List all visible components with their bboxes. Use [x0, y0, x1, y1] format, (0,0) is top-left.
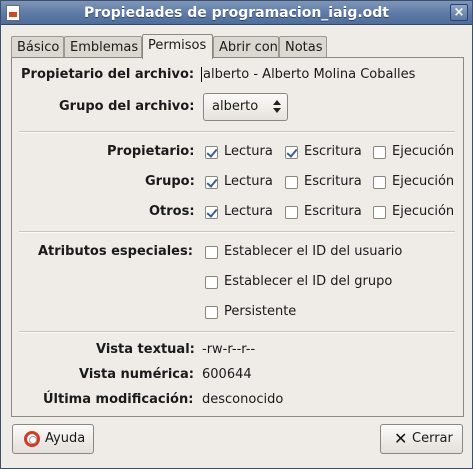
perm-owner-write-checkbox[interactable]: [285, 146, 298, 159]
numeric-view-value: 600644: [202, 367, 252, 382]
window-title: Propiedades de programacion_iaig.odt: [83, 5, 390, 21]
setuid-checkbox[interactable]: [205, 246, 218, 259]
perm-owner-write-label: Escritura: [304, 144, 362, 159]
group-combo[interactable]: alberto: [203, 93, 288, 121]
owner-label: Propietario del archivo:: [21, 67, 195, 82]
group-file-label: Grupo del archivo:: [59, 99, 195, 114]
last-modified-value: desconocido: [202, 392, 284, 407]
updown-arrows-icon: [273, 99, 282, 115]
numeric-view-label: Vista numérica:: [79, 367, 194, 382]
close-button[interactable]: ✕ Cerrar: [380, 424, 463, 454]
perm-owner-label: Propietario:: [107, 144, 195, 159]
properties-dialog: Propiedades de programacion_iaig.odt × B…: [0, 0, 473, 469]
separator: [19, 331, 455, 333]
perm-group-label: Grupo:: [145, 174, 195, 189]
perm-group-write-label: Escritura: [304, 174, 362, 189]
perm-others-write-label: Escritura: [304, 204, 362, 219]
perm-others-exec-checkbox[interactable]: [373, 206, 386, 219]
lifebuoy-icon: [24, 431, 40, 447]
sticky-label: Persistente: [224, 304, 297, 319]
group-combo-value: alberto: [212, 99, 259, 114]
perm-others-exec-label: Ejecución: [392, 204, 455, 219]
tab-notas[interactable]: Notas: [279, 36, 327, 58]
perm-others-label: Otros:: [149, 204, 195, 219]
perm-group-read-label: Lectura: [224, 174, 273, 189]
perm-group-exec-checkbox[interactable]: [373, 176, 386, 189]
perm-others-read-checkbox[interactable]: [205, 206, 218, 219]
setuid-label: Establecer el ID del usuario: [224, 244, 403, 259]
perm-others-write-checkbox[interactable]: [285, 206, 298, 219]
tab-abrir-con[interactable]: Abrir con: [213, 36, 279, 58]
text-view-value: -rw-r--r--: [202, 342, 256, 357]
help-button-label: Ayuda: [45, 431, 86, 446]
setgid-label: Establecer el ID del grupo: [224, 274, 393, 289]
setgid-checkbox[interactable]: [205, 276, 218, 289]
tab-basico[interactable]: Básico: [11, 36, 64, 58]
tab-permisos[interactable]: Permisos: [142, 34, 213, 59]
title-bar[interactable]: Propiedades de programacion_iaig.odt ×: [1, 1, 472, 25]
perm-owner-exec-label: Ejecución: [392, 144, 455, 159]
perm-group-read-checkbox[interactable]: [205, 176, 218, 189]
separator: [19, 131, 455, 133]
close-button-label: Cerrar: [412, 431, 453, 446]
help-button[interactable]: Ayuda: [12, 424, 94, 454]
perm-others-read-label: Lectura: [224, 204, 273, 219]
tab-emblemas[interactable]: Emblemas: [64, 36, 142, 58]
x-icon: ✕: [394, 429, 408, 448]
perm-group-exec-label: Ejecución: [392, 174, 455, 189]
perm-owner-read-label: Lectura: [224, 144, 273, 159]
text-view-label: Vista textual:: [96, 342, 195, 357]
separator: [19, 231, 455, 233]
owner-value[interactable]: alberto - Alberto Molina Coballes: [201, 67, 415, 82]
special-attributes-label: Atributos especiales:: [38, 244, 193, 259]
sticky-checkbox[interactable]: [205, 306, 218, 319]
perm-owner-read-checkbox[interactable]: [205, 146, 218, 159]
last-modified-label: Última modificación:: [43, 392, 194, 407]
window-close-button[interactable]: ×: [450, 4, 468, 21]
perm-owner-exec-checkbox[interactable]: [373, 146, 386, 159]
perm-group-write-checkbox[interactable]: [285, 176, 298, 189]
